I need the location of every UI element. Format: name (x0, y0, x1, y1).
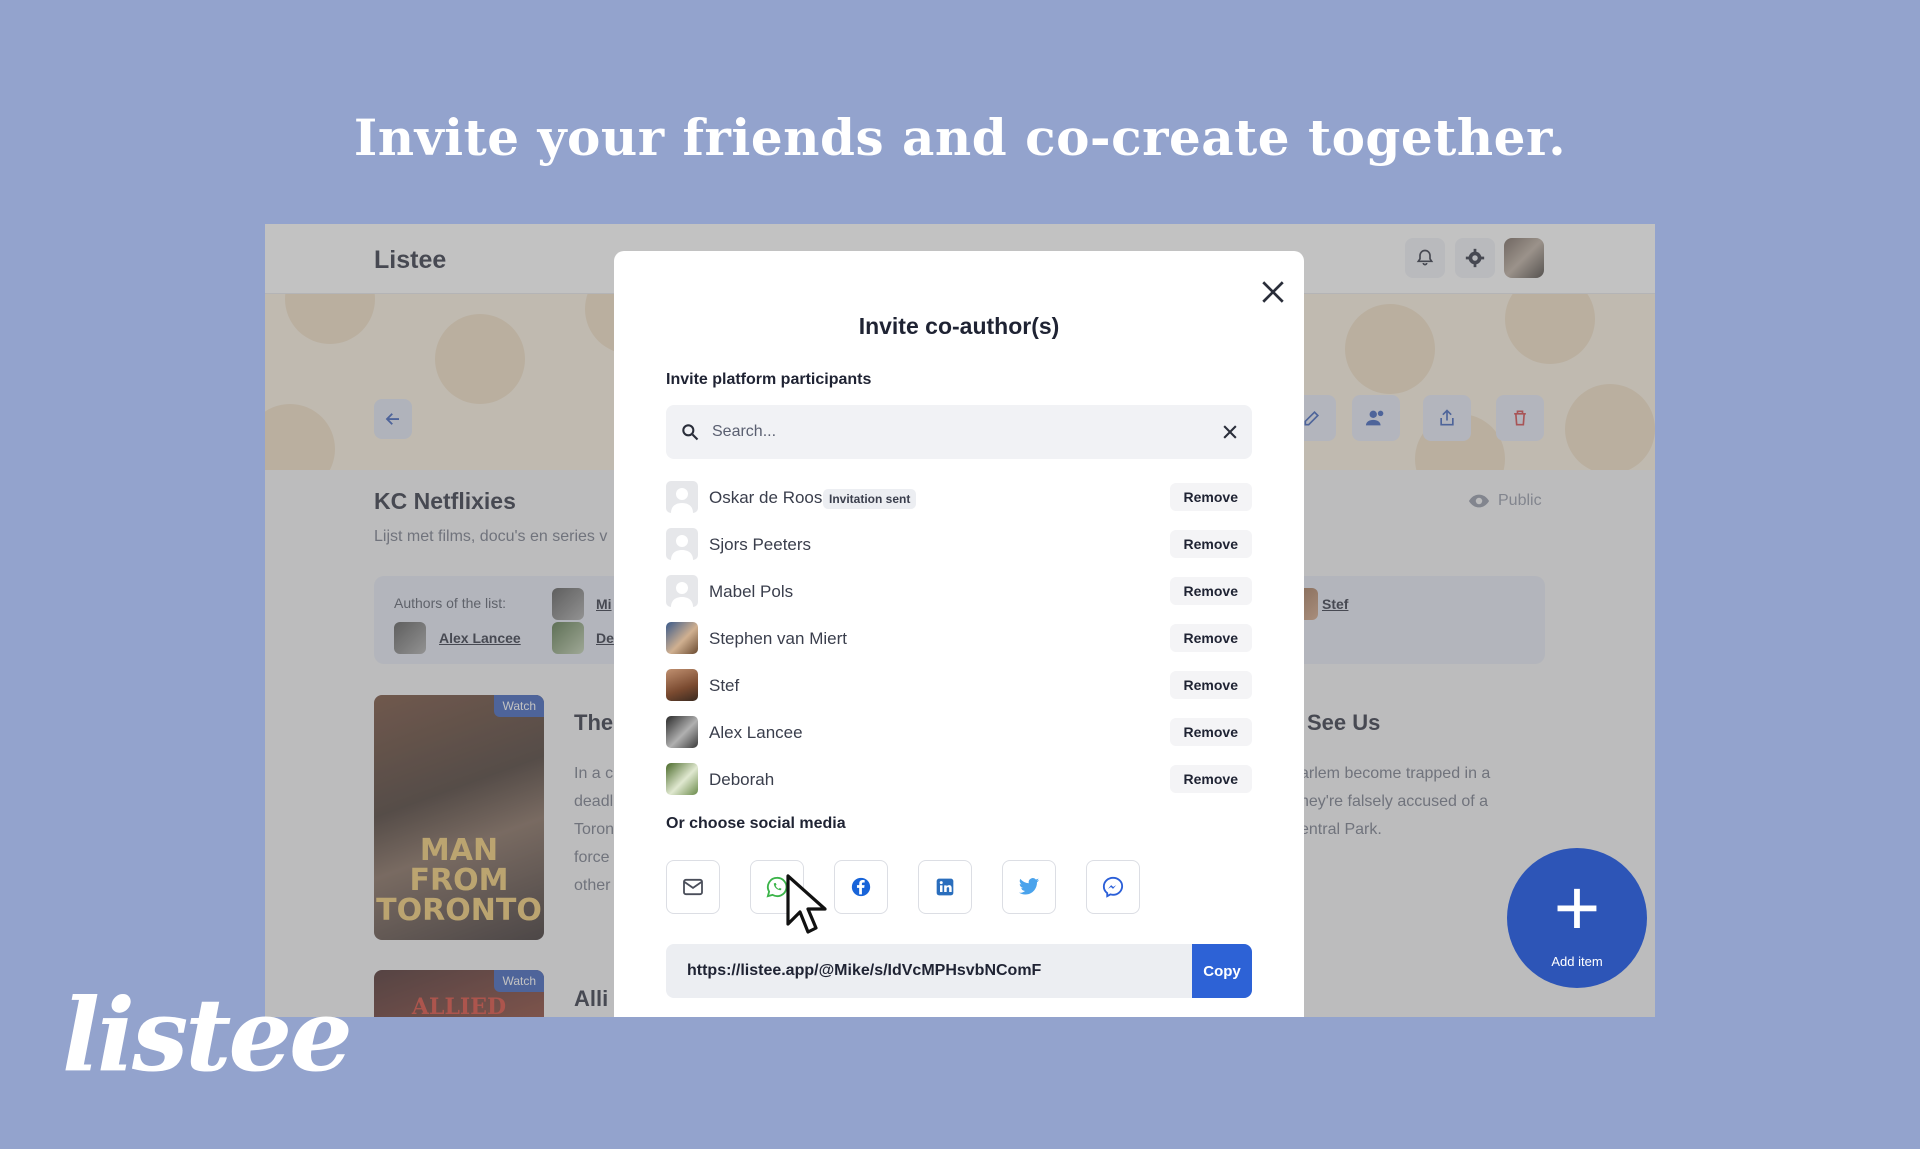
remove-button[interactable]: Remove (1169, 530, 1252, 558)
remove-button[interactable]: Remove (1169, 624, 1252, 652)
avatar (666, 716, 698, 748)
invitation-status-badge: Invitation sent (823, 489, 917, 509)
share-linkedin-button[interactable] (918, 860, 972, 914)
participant-name: Stef (709, 676, 740, 695)
share-twitter-button[interactable] (1002, 860, 1056, 914)
whatsapp-icon (766, 876, 788, 898)
search-input[interactable] (712, 405, 1202, 459)
listee-logo: listee (62, 976, 353, 1094)
remove-button[interactable]: Remove (1169, 671, 1252, 699)
participant-row: Stef Remove (666, 668, 1252, 702)
participant-name: Alex Lancee (709, 723, 803, 742)
avatar (666, 575, 698, 607)
modal-title: Invite co-author(s) (858, 313, 1060, 339)
share-link-field: https://listee.app/@Mike/s/IdVcMPHsvbNCo… (666, 944, 1252, 998)
clear-search-icon[interactable] (1220, 422, 1240, 442)
participant-row: Mabel Pols Remove (666, 574, 1252, 608)
plus-icon: + (1553, 863, 1601, 952)
remove-button[interactable]: Remove (1169, 577, 1252, 605)
participant-row: Oskar de Roos Invitation sent Remove (666, 480, 1252, 514)
participant-row: Alex Lancee Remove (666, 715, 1252, 749)
participant-name: Oskar de Roos (709, 488, 823, 507)
search-icon (682, 424, 699, 441)
remove-button[interactable]: Remove (1169, 718, 1252, 746)
avatar (666, 622, 698, 654)
participants-label: Invite platform participants (666, 371, 872, 388)
avatar (666, 669, 698, 701)
social-label: Or choose social media (666, 815, 846, 832)
avatar (666, 481, 698, 513)
participant-name: Mabel Pols (709, 582, 794, 601)
share-email-button[interactable] (666, 860, 720, 914)
mail-icon (683, 878, 703, 896)
messenger-icon (1102, 876, 1124, 898)
twitter-icon (1018, 878, 1040, 895)
add-item-button[interactable]: + Add item (1507, 848, 1647, 988)
mouse-cursor-icon (786, 874, 827, 934)
participant-search (666, 405, 1252, 459)
participant-row: Deborah Remove (666, 762, 1252, 796)
participant-name: Stephen van Miert (709, 629, 847, 648)
invite-modal: Invite co-author(s) Invite platform part… (614, 251, 1304, 1017)
share-facebook-button[interactable] (834, 860, 888, 914)
participant-name: Deborah (709, 770, 775, 789)
close-button[interactable] (1253, 272, 1293, 312)
avatar (666, 763, 698, 795)
remove-button[interactable]: Remove (1169, 765, 1252, 793)
close-icon (1262, 281, 1284, 303)
avatar (666, 528, 698, 560)
headline: Invite your friends and co-create togeth… (353, 108, 1567, 167)
participant-row: Stephen van Miert Remove (666, 621, 1252, 655)
add-item-label: Add item (1551, 954, 1603, 969)
share-messenger-button[interactable] (1086, 860, 1140, 914)
participant-row: Sjors Peeters Remove (666, 527, 1252, 561)
copy-link-button[interactable]: Copy (1192, 944, 1252, 998)
share-link-text[interactable]: https://listee.app/@Mike/s/IdVcMPHsvbNCo… (687, 962, 1041, 980)
participant-name: Sjors Peeters (709, 535, 812, 554)
app-window: Listee KC Netflixies Lijst met films, do… (265, 224, 1655, 1017)
linkedin-icon (936, 878, 954, 896)
remove-button[interactable]: Remove (1169, 483, 1252, 511)
facebook-icon (851, 877, 871, 897)
